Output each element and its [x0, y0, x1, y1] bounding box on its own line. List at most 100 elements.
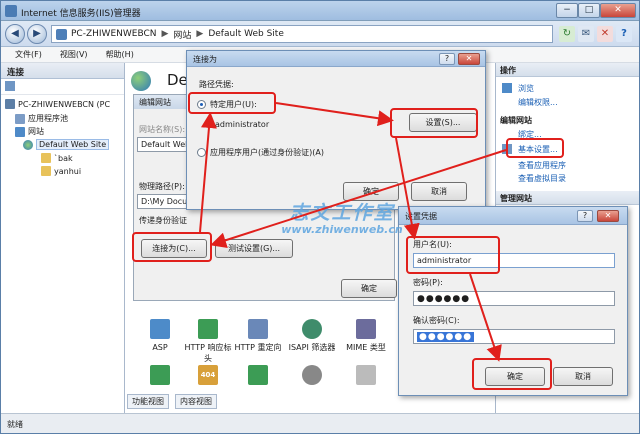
feature-label: ISAPI 筛选器 — [288, 343, 336, 352]
feature-row2-3[interactable] — [233, 365, 283, 388]
feature-http-redirect[interactable]: HTTP 重定向 — [233, 319, 283, 353]
password-label: 密码(P): — [413, 278, 443, 287]
folder-icon — [41, 166, 51, 176]
mail-icon[interactable]: ✉ — [578, 26, 594, 42]
breadcrumb-default-site[interactable]: Default Web Site — [208, 29, 284, 39]
iis-app-icon — [5, 5, 17, 17]
feature-isapi-filters[interactable]: ISAPI 筛选器 — [287, 319, 337, 353]
feature-row2-4[interactable] — [287, 365, 337, 388]
feature-error-pages[interactable]: 404 — [183, 365, 233, 388]
physical-path-label: 物理路径(P): — [139, 182, 185, 191]
error-404-icon: 404 — [198, 365, 218, 385]
dialog-close-button[interactable]: ✕ — [458, 53, 480, 65]
help-icon[interactable]: ? — [616, 26, 632, 42]
minimize-button[interactable]: − — [556, 3, 578, 18]
stop-icon[interactable]: ✕ — [597, 26, 613, 42]
folder-icon — [41, 153, 51, 163]
breadcrumb-server[interactable]: PC-ZHIWENWEBCN — [71, 29, 156, 39]
tab-features-view[interactable]: 功能视图 — [127, 394, 169, 409]
status-bar: 就绪 — [1, 413, 639, 433]
refresh-icon[interactable]: ↻ — [559, 26, 575, 42]
title-bar: Internet 信息服务(IIS)管理器 − □ ✕ — [1, 1, 639, 21]
basic-settings-icon — [502, 144, 512, 154]
tree-label: Default Web Site — [36, 139, 110, 150]
mime-types-icon — [356, 319, 376, 339]
confirm-password-input[interactable]: ●●●●●● — [413, 329, 615, 344]
feature-label: ASP — [152, 343, 168, 352]
dialog-close-button[interactable]: ✕ — [597, 210, 619, 222]
tree-node-bak[interactable]: `bak — [41, 153, 73, 163]
connections-pane: 连接 PC-ZHIWENWEBCN (PC 应用程序池 网站 Default W… — [1, 63, 125, 413]
back-button[interactable]: ◀ — [5, 24, 25, 44]
feature-row2-5[interactable] — [341, 365, 391, 388]
forward-button[interactable]: ▶ — [27, 24, 47, 44]
http-headers-icon — [198, 319, 218, 339]
breadcrumb-separator-icon: ▶ — [161, 29, 169, 39]
site-title: De — [167, 71, 188, 89]
link-view-applications[interactable]: 查看应用程序 — [518, 160, 566, 171]
tree-label: yanhui — [54, 166, 82, 176]
close-button[interactable]: ✕ — [600, 3, 636, 18]
breadcrumb-separator-icon: ▶ — [196, 29, 204, 39]
asp-icon — [150, 319, 170, 339]
username-input[interactable]: administrator — [413, 253, 615, 268]
address-bar: ◀ ▶ PC-ZHIWENWEBCN ▶ 网站 ▶ Default Web Si… — [1, 21, 639, 47]
credentials-ok-button[interactable]: 确定 — [485, 367, 545, 386]
feature-icon — [248, 365, 268, 385]
tree-node-sites[interactable]: 网站 — [15, 126, 44, 137]
feature-row2-1[interactable] — [135, 365, 185, 388]
feature-mime-types[interactable]: MIME 类型 — [341, 319, 391, 353]
pass-auth-label: 传递身份验证 — [139, 216, 187, 225]
app-user-radio[interactable] — [197, 148, 206, 157]
confirm-password-label: 确认密码(C): — [413, 316, 460, 325]
credentials-cancel-button[interactable]: 取消 — [553, 367, 613, 386]
link-edit-permissions[interactable]: 编辑权限... — [518, 97, 558, 108]
tree-node-app-pools[interactable]: 应用程序池 — [15, 113, 68, 124]
maximize-button[interactable]: □ — [578, 3, 600, 18]
link-basic-settings[interactable]: 基本设置... — [518, 144, 558, 155]
menu-help[interactable]: 帮助(H) — [106, 47, 134, 62]
tree-label: PC-ZHIWENWEBCN (PC — [18, 99, 111, 109]
feature-http-headers[interactable]: HTTP 响应标头 — [183, 319, 233, 364]
password-input[interactable]: ●●●●●● — [413, 291, 615, 306]
server-icon — [56, 28, 67, 40]
specific-user-label: 特定用户(U): — [210, 100, 257, 109]
site-name-label: 网站名称(S): — [139, 125, 186, 134]
actions-title: 操作 — [496, 63, 639, 77]
tree-node-yanhui[interactable]: yanhui — [41, 166, 81, 176]
tree-node-default-site[interactable]: Default Web Site — [23, 139, 110, 150]
help-button[interactable]: ? — [439, 53, 455, 65]
globe-icon — [23, 139, 33, 150]
set-credentials-dialog: 设置凭据 ? ✕ 用户名(U): administrator 密码(P): ●●… — [398, 206, 628, 396]
site-globe-icon — [131, 71, 151, 91]
menu-view[interactable]: 视图(V) — [60, 47, 88, 62]
feature-icon — [302, 365, 322, 385]
window-title: Internet 信息服务(IIS)管理器 — [21, 9, 141, 19]
tree-node-server[interactable]: PC-ZHIWENWEBCN (PC — [5, 99, 110, 109]
connect-cancel-button[interactable]: 取消 — [411, 182, 467, 201]
link-view-virtual-dirs[interactable]: 查看虚拟目录 — [518, 173, 566, 184]
link-browse[interactable]: 浏览 — [518, 83, 534, 94]
confirm-password-value: ●●●●●● — [417, 332, 475, 342]
view-tabs: 功能视图 内容视图 — [127, 394, 217, 409]
breadcrumb-sites[interactable]: 网站 — [173, 28, 191, 41]
help-button[interactable]: ? — [577, 210, 593, 222]
breadcrumb[interactable]: PC-ZHIWENWEBCN ▶ 网站 ▶ Default Web Site — [51, 25, 553, 43]
tab-content-view[interactable]: 内容视图 — [175, 394, 217, 409]
connect-ok-button[interactable]: 确定 — [343, 182, 399, 201]
browse-icon — [502, 83, 512, 93]
specific-user-radio[interactable] — [197, 100, 206, 109]
manage-site-title: 管理网站 — [496, 191, 639, 205]
edit-site-ok-button[interactable]: 确定 — [341, 279, 397, 298]
connections-toolbar — [1, 79, 124, 95]
site-name-field[interactable]: Default Web — [137, 137, 191, 152]
set-credentials-button[interactable]: 设置(S)... — [409, 113, 477, 132]
connect-icon[interactable] — [5, 81, 15, 91]
feature-asp[interactable]: ASP — [135, 319, 185, 353]
physical-path-field[interactable]: D:\My Docu — [137, 194, 191, 209]
menu-file[interactable]: 文件(F) — [15, 47, 42, 62]
link-bindings[interactable]: 绑定... — [518, 129, 542, 140]
test-settings-button[interactable]: 测试设置(G)... — [215, 239, 293, 258]
connect-as-button[interactable]: 连接为(C)... — [141, 239, 207, 258]
toolbar-icons: ↻ ✉ ✕ ? — [559, 26, 632, 42]
